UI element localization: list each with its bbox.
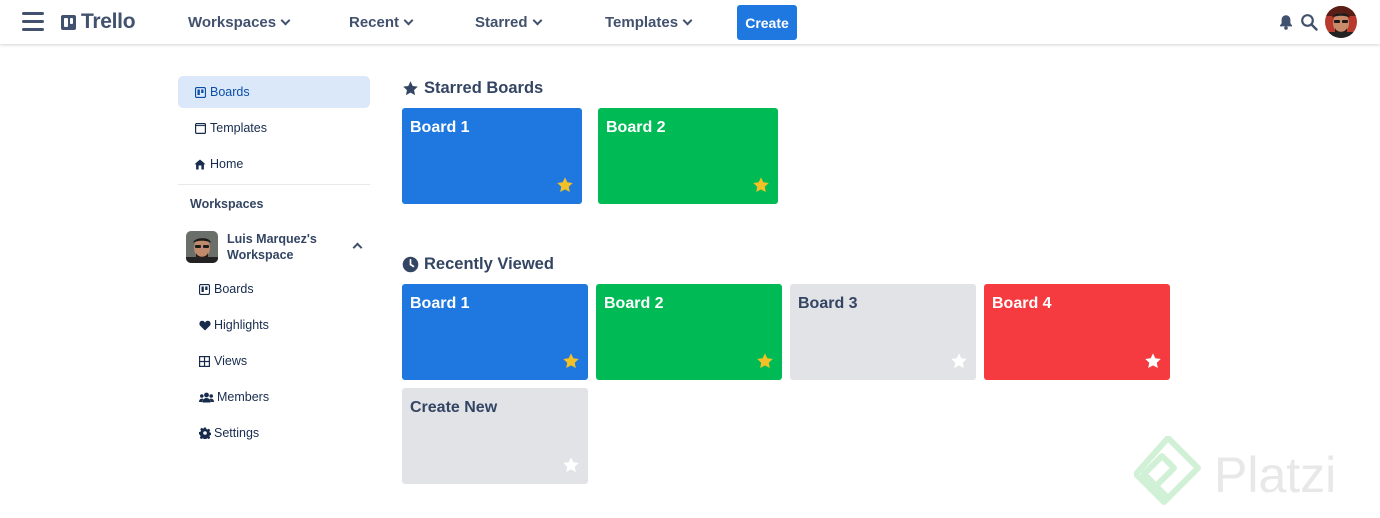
workspace-item-label: Views [214,354,248,368]
workspace-name: Luis Marquez's Workspace [227,232,317,262]
platzi-watermark: Platzi [1133,435,1374,514]
star-outline-icon[interactable] [1144,352,1162,370]
sidebar-item-home[interactable]: Home [178,148,370,180]
workspace-item-highlights[interactable]: Highlights [178,309,370,341]
app-name: Trello [81,10,136,33]
board-tile[interactable]: Board 2 [598,108,778,204]
heart-icon [198,319,211,331]
star-icon [403,81,418,96]
chevron-up-icon[interactable] [352,242,363,253]
board-title: Board 2 [604,295,664,312]
board-title: Board 3 [798,295,858,312]
create-new-label: Create New [410,399,498,416]
nav-recent-label: Recent [349,14,400,31]
star-filled-icon[interactable] [562,352,580,370]
recently-viewed-heading: Recently Viewed [402,255,554,274]
trello-logo-icon [61,14,76,30]
members-icon [198,391,214,403]
sidebar: Boards Templates Home Workspaces Luis Ma… [178,76,370,453]
star-outline-icon[interactable] [562,456,580,474]
star-filled-icon[interactable] [752,176,770,194]
star-filled-icon[interactable] [756,352,774,370]
starred-boards-heading: Starred Boards [402,79,543,98]
watermark-text: Platzi [1214,447,1336,503]
board-title: Board 2 [606,119,666,136]
create-button[interactable]: Create [737,5,797,40]
trello-logo[interactable]: Trello [61,10,136,34]
board-title: Board 4 [992,295,1052,312]
nav-workspaces[interactable]: Workspaces [188,14,291,31]
board-icon [194,86,206,98]
sidebar-item-label: Home [210,157,244,171]
nav-templates[interactable]: Templates [605,14,693,31]
sidebar-divider [178,184,370,185]
nav-templates-label: Templates [605,14,679,31]
home-icon [194,158,206,170]
sidebar-item-label: Boards [210,85,250,99]
sidebar-item-label: Templates [210,121,267,135]
workspace-item-label: Members [217,390,270,404]
board-tile[interactable]: Board 4 [984,284,1170,380]
grid-icon [198,355,211,367]
nav-starred[interactable]: Starred [475,14,542,31]
star-outline-icon[interactable] [950,352,968,370]
board-title: Board 1 [410,295,470,312]
sidebar-item-boards[interactable]: Boards [178,76,370,108]
workspace-item-views[interactable]: Views [178,345,370,377]
workspaces-heading: Workspaces [190,197,264,211]
chevron-down-icon [280,15,291,26]
workspace-item-label: Highlights [214,318,269,332]
recently-viewed-title: Recently Viewed [424,255,554,273]
board-tile[interactable]: Board 3 [790,284,976,380]
gear-icon [198,427,211,439]
bell-icon[interactable] [1278,14,1294,30]
nav-recent[interactable]: Recent [349,14,414,31]
nav-starred-label: Starred [475,14,528,31]
workspace-item-members[interactable]: Members [178,381,370,413]
workspace-item-boards[interactable]: Boards [178,273,370,305]
star-filled-icon[interactable] [556,176,574,194]
create-new-board[interactable]: Create New [402,388,588,484]
search-icon[interactable] [1300,13,1318,31]
board-tile[interactable]: Board 1 [402,108,582,204]
chevron-down-icon [682,15,693,26]
workspace-item-settings[interactable]: Settings [178,417,370,449]
board-tile[interactable]: Board 1 [402,284,588,380]
starred-boards-title: Starred Boards [424,79,544,97]
template-icon [194,122,206,134]
board-title: Board 1 [410,119,470,136]
chevron-down-icon [532,15,542,26]
workspace-item-label: Boards [214,282,254,296]
workspace-avatar [186,231,218,263]
workspace-item-label: Settings [214,426,260,440]
nav-workspaces-label: Workspaces [188,14,277,31]
sidebar-item-templates[interactable]: Templates [178,112,370,144]
hamburger-menu-icon[interactable] [22,12,44,31]
board-tile[interactable]: Board 2 [596,284,782,380]
workspace-toggle[interactable]: Luis Marquez's Workspace [178,229,370,265]
top-navbar: Trello Workspaces Recent Starred Templat… [0,0,1380,44]
board-icon [198,283,211,295]
chevron-down-icon [403,15,414,26]
user-avatar[interactable] [1325,6,1357,38]
clock-icon [402,256,419,273]
